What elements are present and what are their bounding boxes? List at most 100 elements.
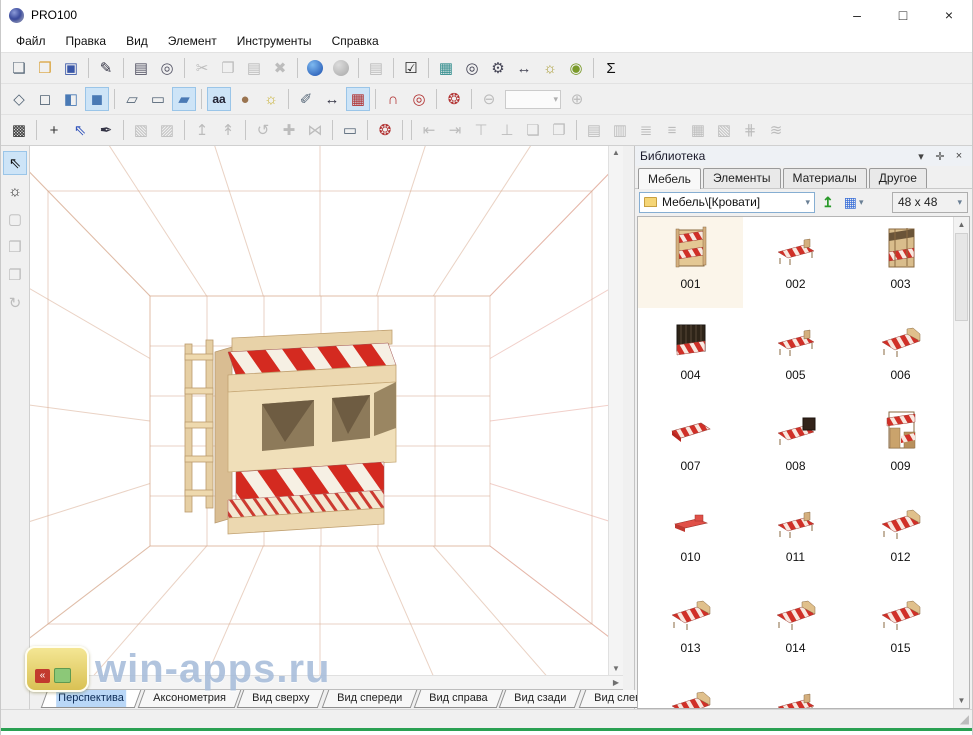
snap-origin-button[interactable]: ❂	[442, 87, 466, 111]
view-mode-button[interactable]: ▦ ▾	[841, 191, 867, 213]
snap-point-button[interactable]: ❂	[373, 118, 397, 142]
library-item-005[interactable]: 005	[743, 308, 848, 399]
panel-splitter[interactable]	[623, 146, 634, 709]
menu-tools[interactable]: Инструменты	[227, 31, 322, 51]
light-window-button[interactable]: ☼	[538, 56, 562, 80]
add-element-button[interactable]: +	[42, 118, 66, 142]
library-item-010[interactable]: 010	[638, 490, 743, 581]
menu-file[interactable]: Файл	[6, 31, 56, 51]
fit-width-button: ▦	[686, 118, 710, 142]
grid-toggle-button[interactable]: ▦	[346, 87, 370, 111]
view-tab-2[interactable]: Вид сверху	[237, 690, 325, 708]
library-item-015[interactable]: 015	[848, 581, 953, 672]
library-tab-3[interactable]: Другое	[869, 168, 927, 188]
text-labels-button[interactable]: aa	[207, 87, 231, 111]
price-window-button[interactable]: ◉	[564, 56, 588, 80]
3d-viewport-canvas[interactable]: ▲ ▼	[30, 146, 623, 675]
menu-edit[interactable]: Правка	[56, 31, 117, 51]
view-tab-3[interactable]: Вид спереди	[321, 690, 417, 708]
sum-report-button[interactable]: Σ	[599, 56, 623, 80]
pin-icon[interactable]: ✛	[932, 150, 948, 163]
library-item-008[interactable]: 008	[743, 399, 848, 490]
view-tab-0[interactable]: Перспектива	[41, 690, 141, 708]
library-tab-1[interactable]: Элементы	[703, 168, 781, 188]
toolbar-standard: ❏❒▣✎▤◎✂❐▤✖▤☑▦◎⚙↔☼◉Σ	[1, 52, 972, 83]
view-shaded-button[interactable]: ◼	[85, 87, 109, 111]
library-item-label: 007	[680, 459, 700, 473]
sketch-mode-button[interactable]: ✐	[294, 87, 318, 111]
thumbnail-size-combo[interactable]: 48 x 48 ▾	[892, 192, 968, 213]
proj-axonometric-button[interactable]: ▭	[146, 87, 170, 111]
library-item-006[interactable]: 006	[848, 308, 953, 399]
scroll-right-icon[interactable]: ▶	[613, 678, 619, 687]
light-toggle-button[interactable]: ☼	[259, 87, 283, 111]
magnet-snap-button[interactable]: ∩	[381, 87, 405, 111]
view-tab-5[interactable]: Вид сзади	[499, 690, 582, 708]
library-item-013[interactable]: 013	[638, 581, 743, 672]
view-tab-4[interactable]: Вид справа	[414, 690, 503, 708]
pattern-select-button[interactable]: ▩	[7, 118, 31, 142]
library-item-011[interactable]: 011	[743, 490, 848, 581]
menu-help[interactable]: Справка	[322, 31, 389, 51]
library-path-combo[interactable]: Мебель\[Кровати] ▾	[639, 192, 815, 213]
scroll-left-icon[interactable]: ◀	[34, 678, 40, 687]
menu-element[interactable]: Элемент	[158, 31, 227, 51]
library-item-012[interactable]: 012	[848, 490, 953, 581]
library-item-partial[interactable]	[638, 672, 743, 709]
menu-view[interactable]: Вид	[116, 31, 158, 51]
viewport-vertical-scrollbar[interactable]: ▲ ▼	[608, 146, 623, 675]
library-item-007[interactable]: 007	[638, 399, 743, 490]
checklist-button[interactable]: ☑	[399, 56, 423, 80]
print-preview-button[interactable]: ◎	[155, 56, 179, 80]
open-folder-button[interactable]: ❒	[33, 56, 57, 80]
scroll-up-icon[interactable]: ▲	[954, 217, 969, 232]
proj-orthographic-button[interactable]: ▱	[120, 87, 144, 111]
view-wireframe-button[interactable]: ◇	[7, 87, 31, 111]
scrollbar-thumb[interactable]	[955, 233, 968, 321]
panel-menu-icon[interactable]: ▾	[913, 150, 929, 163]
up-level-button[interactable]: ↥	[819, 191, 837, 213]
board-element-button[interactable]: ▭	[338, 118, 362, 142]
close-button[interactable]: ×	[926, 0, 972, 30]
web-library-button[interactable]	[303, 56, 327, 80]
view-tab-1[interactable]: Аксонометрия	[137, 690, 240, 708]
view-hidden-line-button[interactable]: ◻	[33, 87, 57, 111]
viewport-horizontal-scrollbar[interactable]: ◀ ▶	[30, 675, 623, 689]
maximize-button[interactable]: □	[880, 0, 926, 30]
library-tab-2[interactable]: Материалы	[783, 168, 867, 188]
settings-window-button[interactable]: ⚙	[486, 56, 510, 80]
scroll-down-icon[interactable]: ▼	[612, 664, 620, 673]
scroll-up-icon[interactable]: ▲	[612, 148, 620, 157]
library-item-001[interactable]: 001	[638, 217, 743, 308]
print-button[interactable]: ▤	[129, 56, 153, 80]
select-cursor-button[interactable]: ⇖	[68, 118, 92, 142]
library-item-014[interactable]: 014	[743, 581, 848, 672]
paste-button: ▤	[242, 56, 266, 80]
library-item-004[interactable]: 004	[638, 308, 743, 399]
minimize-button[interactable]: –	[834, 0, 880, 30]
scroll-down-icon[interactable]: ▼	[954, 693, 969, 708]
library-item-003[interactable]: 003	[848, 217, 953, 308]
material-sphere-button[interactable]: ●	[233, 87, 257, 111]
price-table-button[interactable]: ▦	[434, 56, 458, 80]
new-file-button[interactable]: ❏	[7, 56, 31, 80]
panel-close-icon[interactable]: ×	[951, 150, 967, 162]
dimensions-window-button[interactable]: ↔	[512, 56, 536, 80]
dimensions-toggle-button[interactable]: ↔	[320, 87, 344, 111]
view-solid-button[interactable]: ◧	[59, 87, 83, 111]
proj-perspective-button[interactable]: ▰	[172, 87, 196, 111]
price-table-icon: ▦	[439, 61, 453, 76]
save-file-button[interactable]: ▣	[59, 56, 83, 80]
library-item-partial[interactable]	[743, 672, 848, 709]
zoom-window-button[interactable]: ◎	[460, 56, 484, 80]
library-tab-0[interactable]: Мебель	[638, 168, 701, 189]
saw-tool-button[interactable]: ☼	[3, 179, 27, 203]
resize-grip[interactable]: ◢	[960, 712, 969, 726]
pointer-tool-button[interactable]: ⇖	[3, 151, 27, 175]
properties-edit-button[interactable]: ✎	[94, 56, 118, 80]
library-item-002[interactable]: 002	[743, 217, 848, 308]
library-scrollbar[interactable]: ▲ ▼	[953, 217, 969, 708]
draw-pen-button[interactable]: ✒	[94, 118, 118, 142]
snap-center-button[interactable]: ◎	[407, 87, 431, 111]
library-item-009[interactable]: 009	[848, 399, 953, 490]
